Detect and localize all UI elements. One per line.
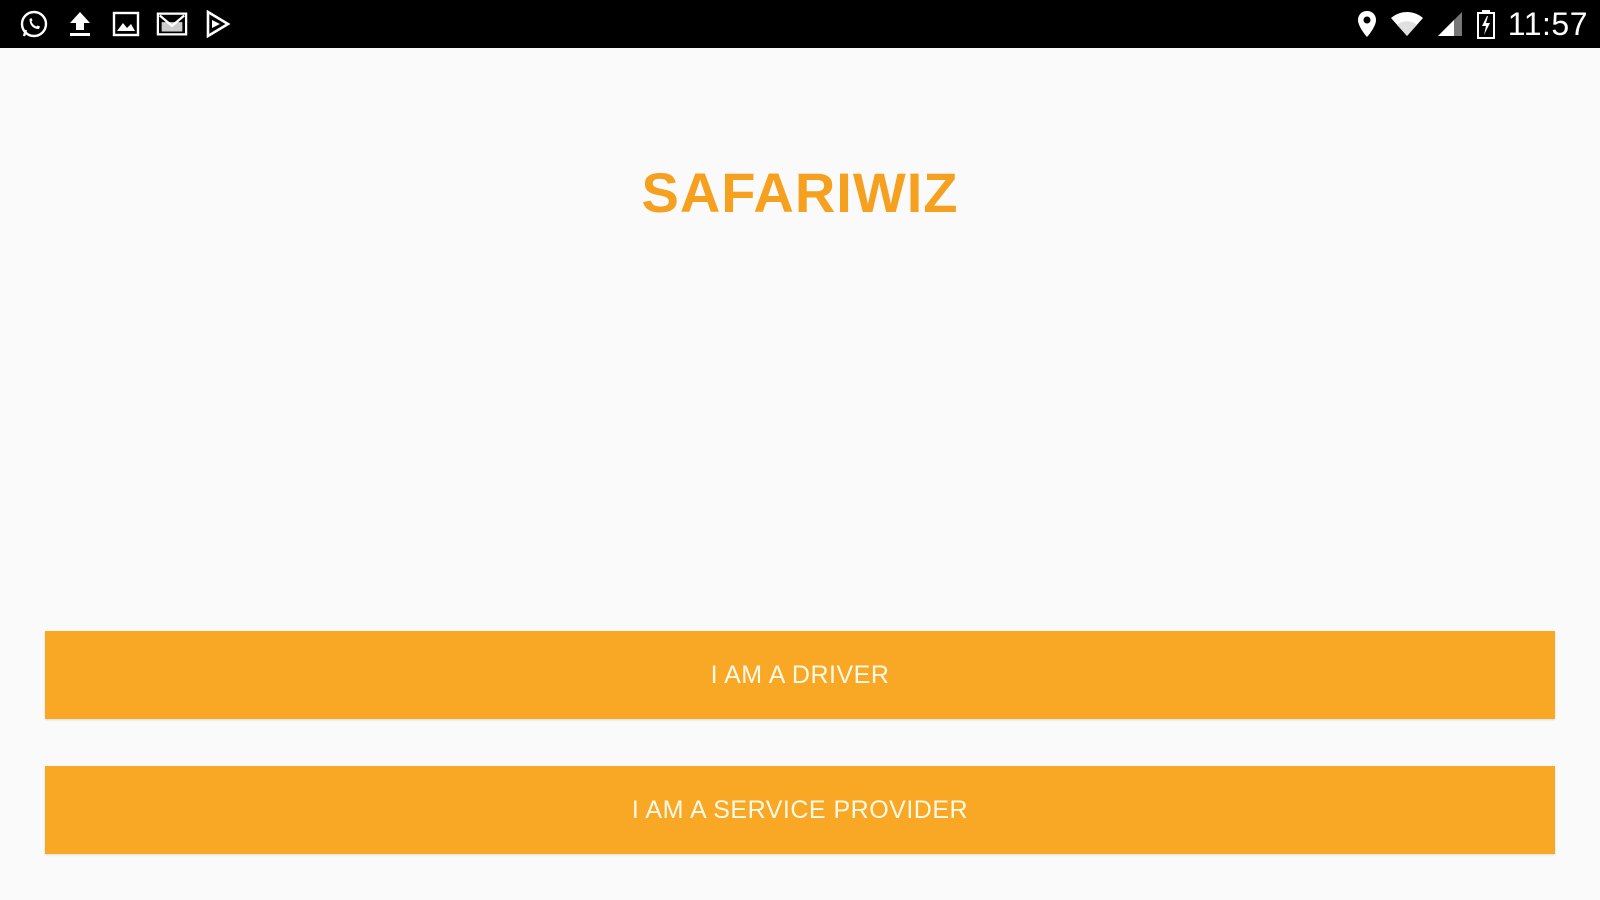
service-provider-button-label: I AM A SERVICE PROVIDER	[631, 795, 969, 824]
app-title: SAFARIWIZ	[641, 161, 959, 224]
image-icon	[110, 8, 142, 40]
main-screen: SAFARIWIZ I AM A DRIVER I AM A SERVICE P…	[0, 48, 1600, 900]
play-store-icon	[202, 8, 234, 40]
whatsapp-icon	[18, 8, 50, 40]
location-icon	[1356, 8, 1378, 40]
wifi-icon	[1390, 8, 1424, 40]
gmail-icon	[156, 8, 188, 40]
driver-button-label: I AM A DRIVER	[710, 660, 890, 689]
battery-icon	[1476, 8, 1496, 40]
upload-icon	[64, 8, 96, 40]
service-provider-button[interactable]: I AM A SERVICE PROVIDER	[45, 766, 1555, 854]
notification-icons	[18, 8, 234, 40]
status-bar: 11:57	[0, 0, 1600, 48]
system-status: 11:57	[1356, 6, 1588, 42]
driver-button[interactable]: I AM A DRIVER	[45, 631, 1555, 719]
clock: 11:57	[1507, 5, 1588, 42]
signal-icon	[1436, 8, 1464, 40]
